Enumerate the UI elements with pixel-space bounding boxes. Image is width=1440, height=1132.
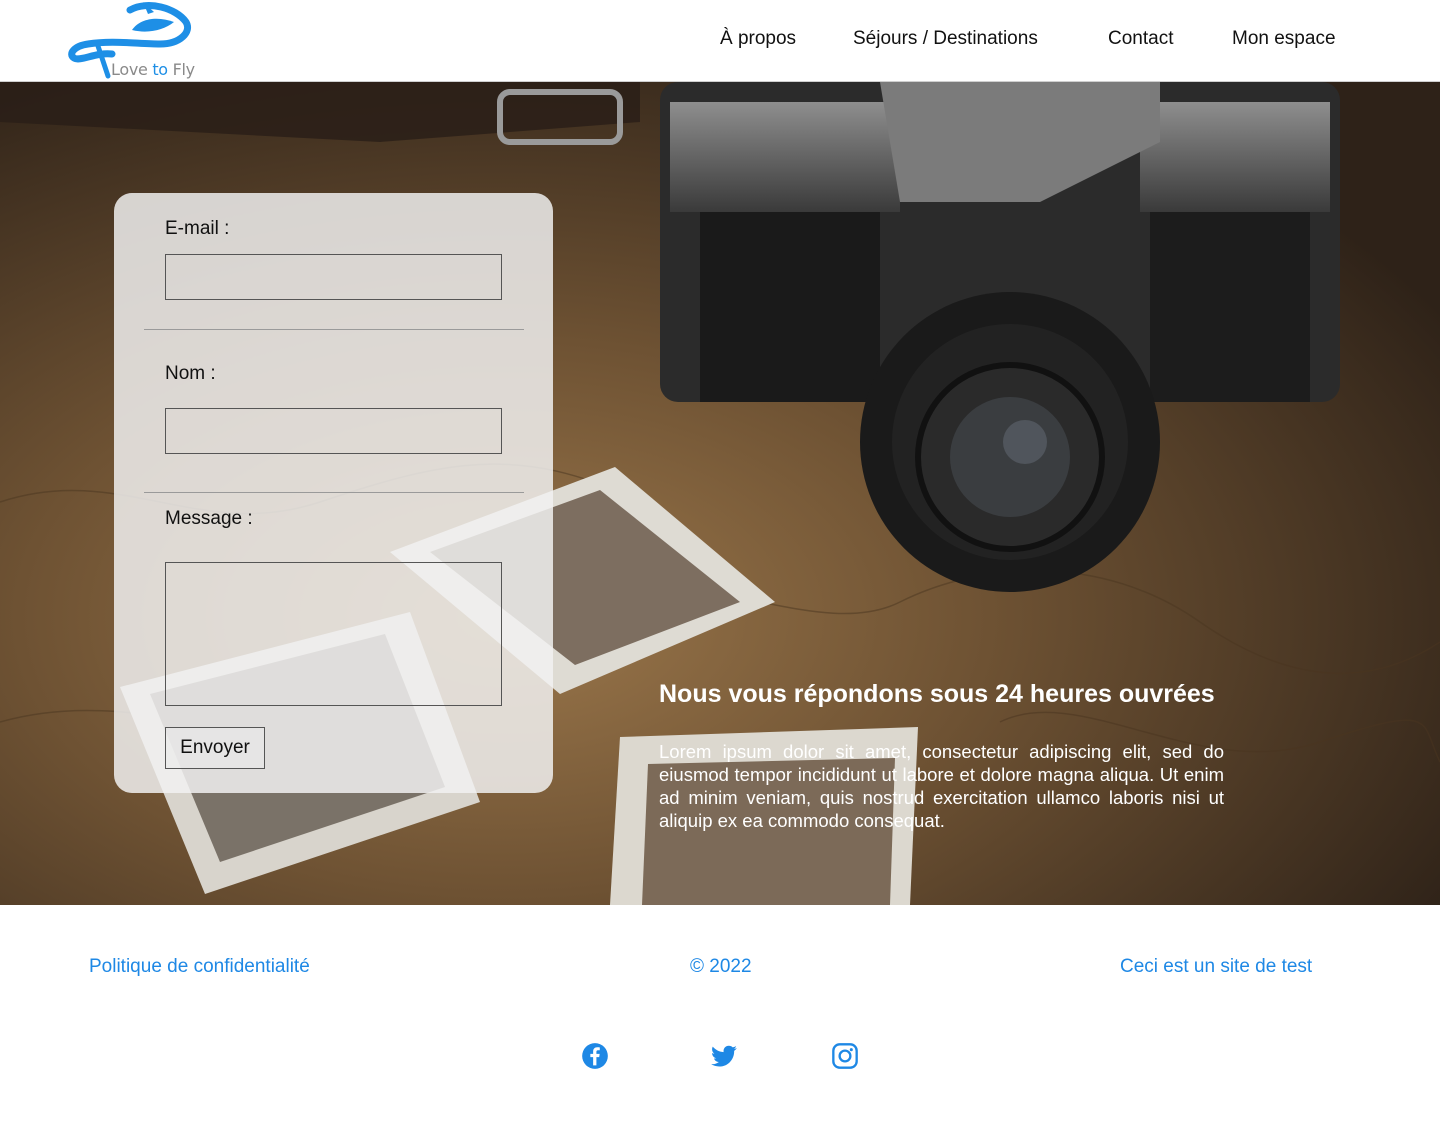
nav-item-a-propos[interactable]: À propos bbox=[720, 28, 796, 50]
message-label: Message : bbox=[165, 508, 253, 529]
main-nav: À propos Séjours / Destinations Contact … bbox=[0, 28, 1440, 56]
logo-text: Love to Fly bbox=[111, 60, 195, 79]
message-field[interactable] bbox=[165, 562, 502, 706]
form-divider bbox=[144, 492, 524, 493]
nav-item-mon-espace[interactable]: Mon espace bbox=[1232, 28, 1336, 50]
nav-item-contact[interactable]: Contact bbox=[1108, 28, 1173, 50]
contact-form-card: E-mail : Nom : Message : Envoyer bbox=[114, 193, 553, 793]
facebook-icon[interactable] bbox=[581, 1042, 609, 1070]
copyright-text: © 2022 bbox=[690, 956, 752, 977]
email-field[interactable] bbox=[165, 254, 502, 300]
nav-item-sejours[interactable]: Séjours / Destinations bbox=[853, 28, 1038, 50]
email-label: E-mail : bbox=[165, 218, 230, 239]
hero-section: E-mail : Nom : Message : Envoyer Nous vo… bbox=[0, 82, 1440, 905]
privacy-policy-link[interactable]: Politique de confidentialité bbox=[89, 956, 310, 978]
twitter-icon[interactable] bbox=[710, 1042, 738, 1070]
name-field[interactable] bbox=[165, 408, 502, 454]
name-label: Nom : bbox=[165, 363, 216, 384]
submit-button[interactable]: Envoyer bbox=[165, 727, 265, 769]
test-site-note: Ceci est un site de test bbox=[1120, 956, 1313, 977]
site-header: Love to Fly À propos Séjours / Destinati… bbox=[0, 0, 1440, 82]
form-divider bbox=[144, 329, 524, 330]
hero-body-text: Lorem ipsum dolor sit amet, consectetur … bbox=[659, 741, 1224, 831]
hero-title: Nous vous répondons sous 24 heures ouvré… bbox=[659, 680, 1215, 708]
instagram-icon[interactable] bbox=[831, 1042, 859, 1070]
